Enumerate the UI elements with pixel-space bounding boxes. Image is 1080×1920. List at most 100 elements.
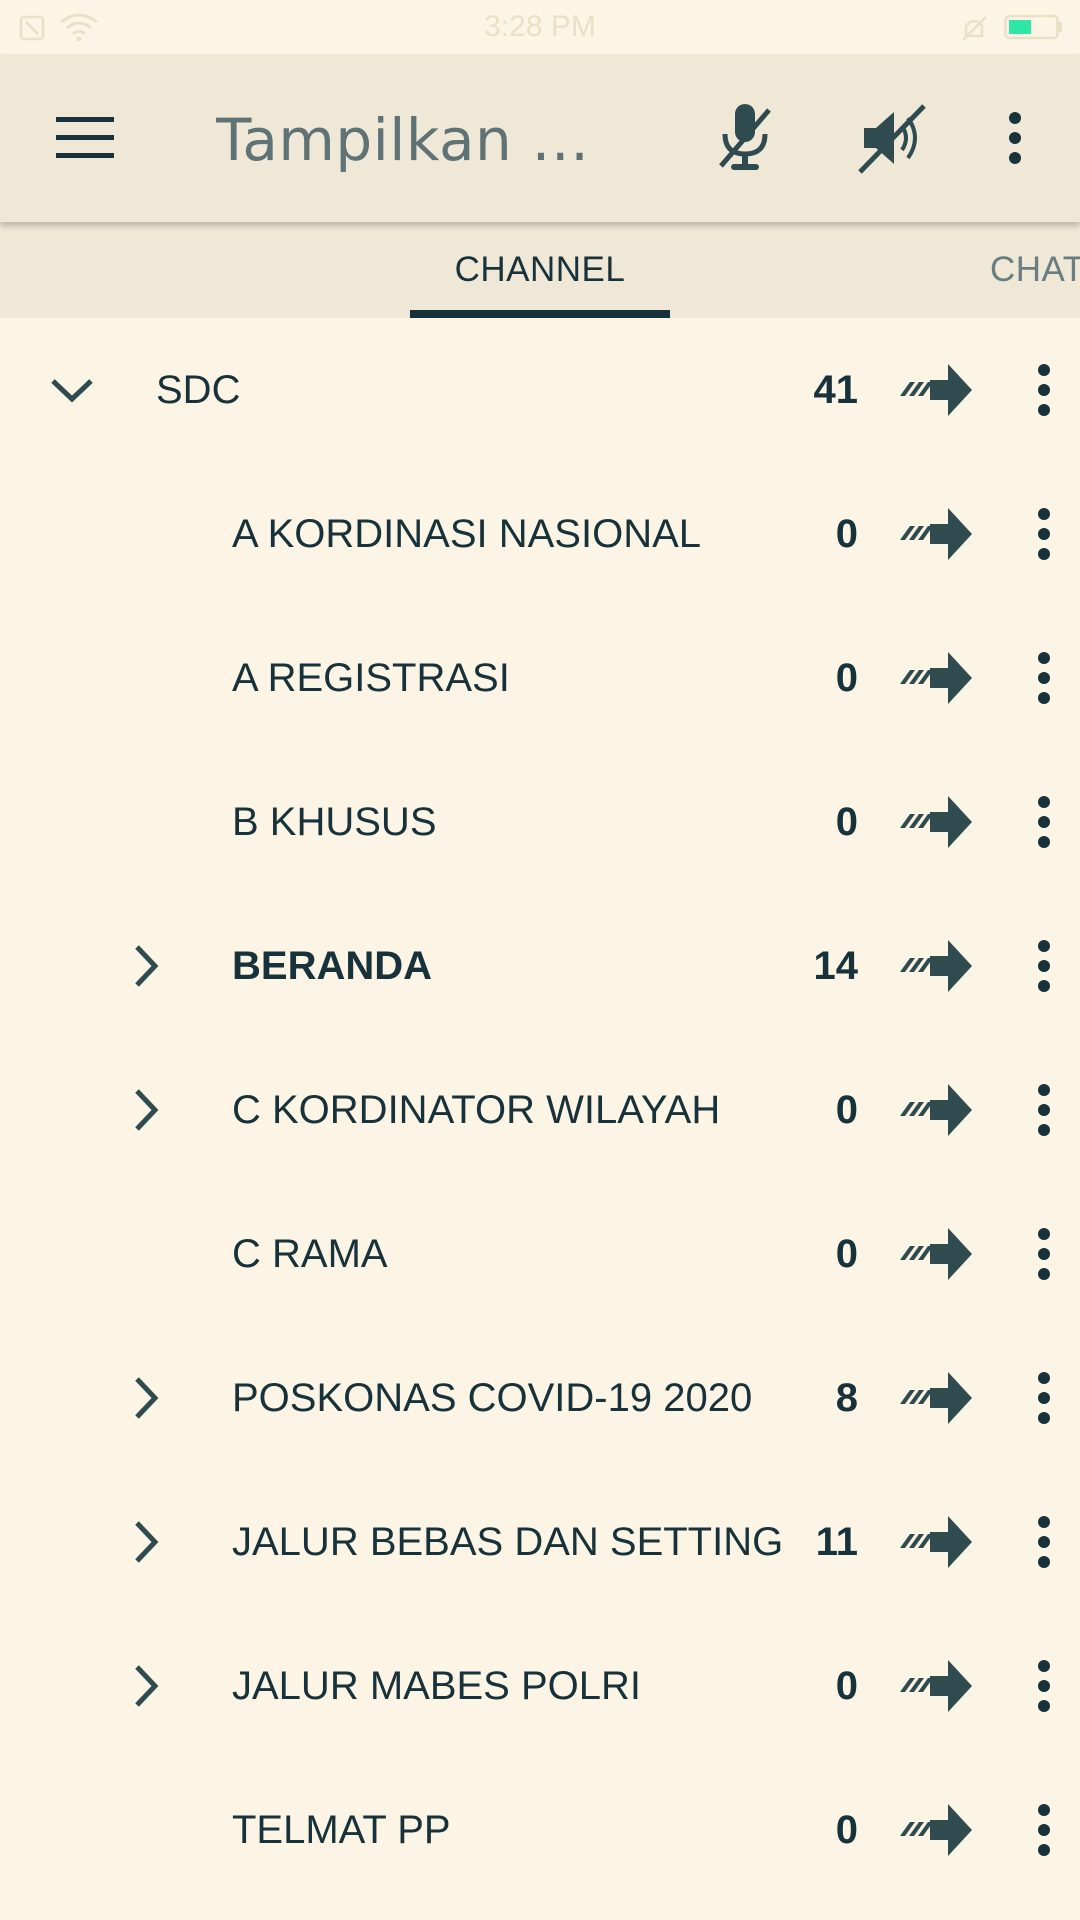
expand-toggle[interactable] <box>116 936 176 996</box>
hamburger-menu-icon <box>56 117 114 158</box>
channel-row[interactable]: BERANDA 14 <box>0 894 1080 1038</box>
channel-row[interactable]: A REGISTRASI 0 <box>0 606 1080 750</box>
join-channel-button[interactable] <box>896 360 976 420</box>
channel-row[interactable]: C RAMA 0 <box>0 1182 1080 1326</box>
channel-name: JALUR BEBAS DAN SETTING <box>232 1520 784 1564</box>
more-vert-icon <box>1009 112 1021 164</box>
channel-name: SDC <box>156 368 241 412</box>
fast-forward-arrow-icon <box>900 1228 972 1280</box>
user-count: 0 <box>835 656 858 700</box>
join-channel-button[interactable] <box>896 792 976 852</box>
more-vert-icon <box>1038 1372 1050 1424</box>
expand-toggle[interactable] <box>116 1368 176 1428</box>
app-bar: Tampilkan Se... <box>0 54 1080 222</box>
chevron-down-icon <box>51 379 93 403</box>
overflow-menu-button[interactable] <box>990 54 1040 222</box>
channel-name: TELMAT PP <box>232 1808 451 1852</box>
fast-forward-arrow-icon <box>900 1084 972 1136</box>
channel-name: A KORDINASI NASIONAL <box>232 512 702 556</box>
fast-forward-arrow-icon <box>900 652 972 704</box>
join-channel-button[interactable] <box>896 1656 976 1716</box>
join-channel-button[interactable] <box>896 504 976 564</box>
join-channel-button[interactable] <box>896 1224 976 1284</box>
tab-indicator <box>410 310 670 318</box>
channel-options-button[interactable] <box>1020 1222 1068 1286</box>
more-vert-icon <box>1038 508 1050 560</box>
expand-toggle[interactable] <box>116 1080 176 1140</box>
channel-name: C KORDINATOR WILAYAH <box>232 1088 721 1132</box>
user-count: 0 <box>835 1232 858 1276</box>
expand-toggle[interactable] <box>42 360 102 420</box>
channel-row[interactable]: JALUR MABES POLRI 0 <box>0 1614 1080 1758</box>
chevron-right-icon <box>135 945 159 987</box>
user-count: 0 <box>835 1808 858 1852</box>
more-vert-icon <box>1038 364 1050 416</box>
more-vert-icon <box>1038 940 1050 992</box>
speaker-off-icon <box>858 104 926 174</box>
mute-speaker-button[interactable] <box>842 54 942 222</box>
join-channel-button[interactable] <box>896 1512 976 1572</box>
channel-row[interactable]: POSKONAS COVID-19 2020 8 <box>0 1326 1080 1470</box>
more-vert-icon <box>1038 796 1050 848</box>
fast-forward-arrow-icon <box>900 1660 972 1712</box>
fast-forward-arrow-icon <box>900 364 972 416</box>
channel-row[interactable]: C KORDINATOR WILAYAH 0 <box>0 1038 1080 1182</box>
mic-off-icon <box>719 104 771 170</box>
more-vert-icon <box>1038 652 1050 704</box>
join-channel-button[interactable] <box>896 1800 976 1860</box>
expand-toggle[interactable] <box>116 1512 176 1572</box>
more-vert-icon <box>1038 1228 1050 1280</box>
user-count: 8 <box>835 1376 858 1420</box>
more-vert-icon <box>1038 1804 1050 1856</box>
channel-row[interactable]: JALUR BEBAS DAN SETTING 11 <box>0 1470 1080 1614</box>
fast-forward-arrow-icon <box>900 1372 972 1424</box>
channel-name: JALUR MABES POLRI <box>232 1664 642 1708</box>
channel-row[interactable]: SDC 41 <box>0 318 1080 462</box>
chevron-right-icon <box>135 1521 159 1563</box>
user-count: 0 <box>835 512 858 556</box>
chevron-right-icon <box>135 1665 159 1707</box>
user-count: 41 <box>813 368 859 412</box>
channel-options-button[interactable] <box>1020 1078 1068 1142</box>
join-channel-button[interactable] <box>896 1368 976 1428</box>
status-bar: 3:28 PM <box>0 0 1080 54</box>
channel-options-button[interactable] <box>1020 1510 1068 1574</box>
channel-options-button[interactable] <box>1020 646 1068 710</box>
join-channel-button[interactable] <box>896 1080 976 1140</box>
channel-name: C RAMA <box>232 1232 388 1276</box>
channel-options-button[interactable] <box>1020 358 1068 422</box>
channel-options-button[interactable] <box>1020 1798 1068 1862</box>
fast-forward-arrow-icon <box>900 940 972 992</box>
app-title: Tampilkan Se... <box>216 106 626 174</box>
tab-chat[interactable]: CHAT <box>990 222 1080 318</box>
user-count: 0 <box>835 1664 858 1708</box>
join-channel-button[interactable] <box>896 936 976 996</box>
channel-options-button[interactable] <box>1020 790 1068 854</box>
fast-forward-arrow-icon <box>900 796 972 848</box>
join-channel-button[interactable] <box>896 648 976 708</box>
channel-name: POSKONAS COVID-19 2020 <box>232 1376 753 1420</box>
user-count: 11 <box>815 1520 858 1564</box>
channel-options-button[interactable] <box>1020 502 1068 566</box>
fast-forward-arrow-icon <box>900 508 972 560</box>
expand-toggle[interactable] <box>116 1656 176 1716</box>
fast-forward-arrow-icon <box>900 1804 972 1856</box>
channel-row[interactable]: TELMAT PP 0 <box>0 1758 1080 1902</box>
channel-row[interactable]: A KORDINASI NASIONAL 0 <box>0 462 1080 606</box>
fast-forward-arrow-icon <box>900 1516 972 1568</box>
battery-icon <box>1004 14 1062 40</box>
channel-row[interactable]: B KHUSUS 0 <box>0 750 1080 894</box>
chevron-right-icon <box>135 1089 159 1131</box>
channel-name: A REGISTRASI <box>232 656 510 700</box>
status-time: 3:28 PM <box>484 10 596 43</box>
mute-mic-button[interactable] <box>700 54 790 222</box>
menu-button[interactable] <box>40 54 130 222</box>
channel-options-button[interactable] <box>1020 1366 1068 1430</box>
chevron-right-icon <box>135 1377 159 1419</box>
more-vert-icon <box>1038 1660 1050 1712</box>
channel-options-button[interactable] <box>1020 1654 1068 1718</box>
more-vert-icon <box>1038 1516 1050 1568</box>
channel-options-button[interactable] <box>1020 934 1068 998</box>
tab-channel[interactable]: CHANNEL <box>410 222 670 318</box>
more-vert-icon <box>1038 1084 1050 1136</box>
